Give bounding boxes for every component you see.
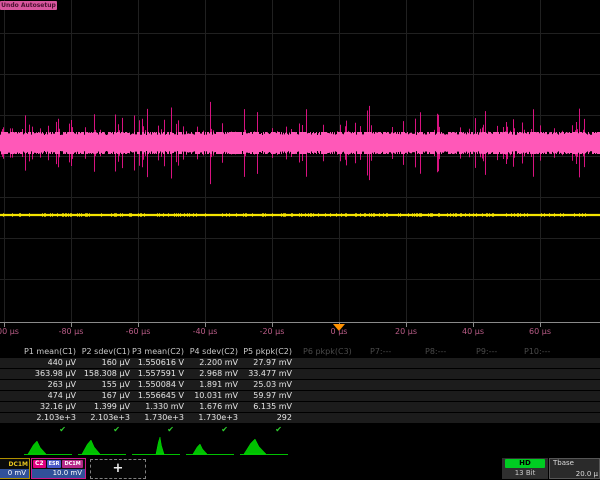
- time-axis-label: -80 µs: [59, 327, 84, 336]
- timebase-box[interactable]: Tbase 20.0 µ: [549, 458, 600, 479]
- esr-badge: ESR: [47, 460, 62, 468]
- measure-table-row: 440 µV160 µV1.550616 V2.200 mV27.97 mV: [0, 358, 600, 368]
- hd-status-module[interactable]: HD 13 Bit: [502, 458, 548, 479]
- time-axis-label: 0 µs: [331, 327, 348, 336]
- param-value-cell: 10.031 mV: [184, 391, 238, 401]
- param-value-cell: 27.97 mV: [238, 358, 292, 368]
- param-value-cell: 2.968 mV: [184, 369, 238, 379]
- param-value-cell: 292: [238, 413, 292, 423]
- param-header-cell[interactable]: P5 pkpk(C2): [238, 347, 292, 358]
- time-axis-label: -40 µs: [193, 327, 218, 336]
- param-value-cell: 155 µV: [76, 380, 130, 390]
- time-axis-label: -100 µs: [0, 327, 19, 336]
- time-axis: -100 µs -80 µs -60 µs -40 µs -20 µs 0 µs 20 µs…: [0, 322, 600, 339]
- measure-table-row: 474 µV167 µV1.556645 V10.031 mV59.97 mV: [0, 391, 600, 401]
- time-axis-label: 60 µs: [529, 327, 551, 336]
- c1-coupling-badge: DC1M: [8, 461, 28, 468]
- channel-descriptor-c2[interactable]: C2 ESR DC1M 10.0 mV: [31, 458, 86, 479]
- histicon[interactable]: [78, 440, 126, 455]
- histicon[interactable]: [132, 437, 180, 455]
- c2-label-badge: C2: [33, 460, 46, 468]
- bottom-toolbar: DC1M 0 mV C2 ESR DC1M 10.0 mV + HD 13 Bi…: [0, 455, 600, 480]
- measure-table-row: 363.98 µV158.308 µV1.557591 V2.968 mV33.…: [0, 369, 600, 379]
- param-value-cell: 1.550084 V: [130, 380, 184, 390]
- hd-bits-label: 13 Bit: [502, 468, 548, 478]
- time-axis-label: 20 µs: [395, 327, 417, 336]
- histicon[interactable]: [24, 441, 72, 455]
- histicon[interactable]: [186, 444, 234, 455]
- measure-table-row: 263 µV155 µV1.550084 V1.891 mV25.03 mV: [0, 380, 600, 390]
- param-value-cell: 474 µV: [22, 391, 76, 401]
- param-value-cell: 32.16 µV: [22, 402, 76, 412]
- histicon-peak: [156, 437, 164, 454]
- param-value-cell: 158.308 µV: [76, 369, 130, 379]
- c1-scale-value: 0 mV: [0, 469, 29, 478]
- histicon-peak: [244, 439, 266, 454]
- param-value-cell: 1.730e+3: [184, 413, 238, 423]
- waveform-plot: [0, 0, 600, 322]
- param-value-cell: 167 µV: [76, 391, 130, 401]
- waveform-grid: [0, 0, 600, 322]
- param-value-cell: 33.477 mV: [238, 369, 292, 379]
- param-header-cell-unused[interactable]: P7:---: [370, 347, 430, 358]
- param-header-cell-unused[interactable]: P6 pkpk(C3): [303, 347, 363, 358]
- param-value-cell: 2.200 mV: [184, 358, 238, 368]
- param-header-cell[interactable]: P4 sdev(C2): [184, 347, 238, 358]
- param-value-cell: 160 µV: [76, 358, 130, 368]
- param-value-cell: 2.103e+3: [22, 413, 76, 423]
- param-header-cell-unused[interactable]: P10:---: [524, 347, 584, 358]
- timebase-label: Tbase: [553, 459, 574, 467]
- histicon[interactable]: [240, 439, 288, 455]
- histicon-peak: [193, 444, 207, 454]
- param-value-cell: 440 µV: [22, 358, 76, 368]
- channel-descriptor-c1[interactable]: DC1M 0 mV: [0, 458, 30, 479]
- c2-trace-core: [1, 132, 600, 154]
- param-value-cell: 1.730e+3: [130, 413, 184, 423]
- param-value-cell: 363.98 µV: [22, 369, 76, 379]
- hd-badge: HD: [505, 459, 545, 468]
- param-value-cell: 1.557591 V: [130, 369, 184, 379]
- measure-table-header: P1 mean(C1)P2 sdev(C1)P3 mean(C2)P4 sdev…: [0, 347, 600, 358]
- param-value-cell: 1.556645 V: [130, 391, 184, 401]
- time-axis-label: -60 µs: [126, 327, 151, 336]
- plus-icon: +: [113, 461, 124, 476]
- time-axis-label: 40 µs: [462, 327, 484, 336]
- undo-autosetup-button[interactable]: Undo Autosetup: [0, 1, 57, 10]
- timebase-value: 20.0 µ: [576, 470, 598, 478]
- measure-table-row: 32.16 µV1.399 µV1.330 mV1.676 mV6.135 mV: [0, 402, 600, 412]
- histicon-peak: [28, 441, 46, 454]
- param-value-cell: 59.97 mV: [238, 391, 292, 401]
- time-axis-ticks: [0, 323, 600, 339]
- param-value-cell: 1.676 mV: [184, 402, 238, 412]
- c2-coupling-badge: DC1M: [62, 460, 82, 468]
- param-header-cell[interactable]: P2 sdev(C1): [76, 347, 130, 358]
- measure-table: P1 mean(C1)P2 sdev(C1)P3 mean(C2)P4 sdev…: [0, 345, 600, 435]
- param-value-cell: 2.103e+3: [76, 413, 130, 423]
- param-header-cell[interactable]: P1 mean(C1): [22, 347, 76, 358]
- time-axis-label: -20 µs: [260, 327, 285, 336]
- c2-scale-value: 10.0 mV: [32, 469, 85, 478]
- param-value-cell: 6.135 mV: [238, 402, 292, 412]
- param-value-cell: 1.330 mV: [130, 402, 184, 412]
- param-value-cell: 263 µV: [22, 380, 76, 390]
- measure-table-row: 2.103e+32.103e+31.730e+31.730e+3292: [0, 413, 600, 423]
- param-value-cell: 25.03 mV: [238, 380, 292, 390]
- param-value-cell: 1.891 mV: [184, 380, 238, 390]
- param-header-cell[interactable]: P3 mean(C2): [130, 347, 184, 358]
- param-value-cell: 1.550616 V: [130, 358, 184, 368]
- histicon-peak: [82, 440, 100, 454]
- param-value-cell: 1.399 µV: [76, 402, 130, 412]
- oscilloscope-screen: Undo Autosetup -100 µs -80 µs -60 µs -40 µs…: [0, 0, 600, 480]
- add-channel-button[interactable]: +: [90, 459, 146, 479]
